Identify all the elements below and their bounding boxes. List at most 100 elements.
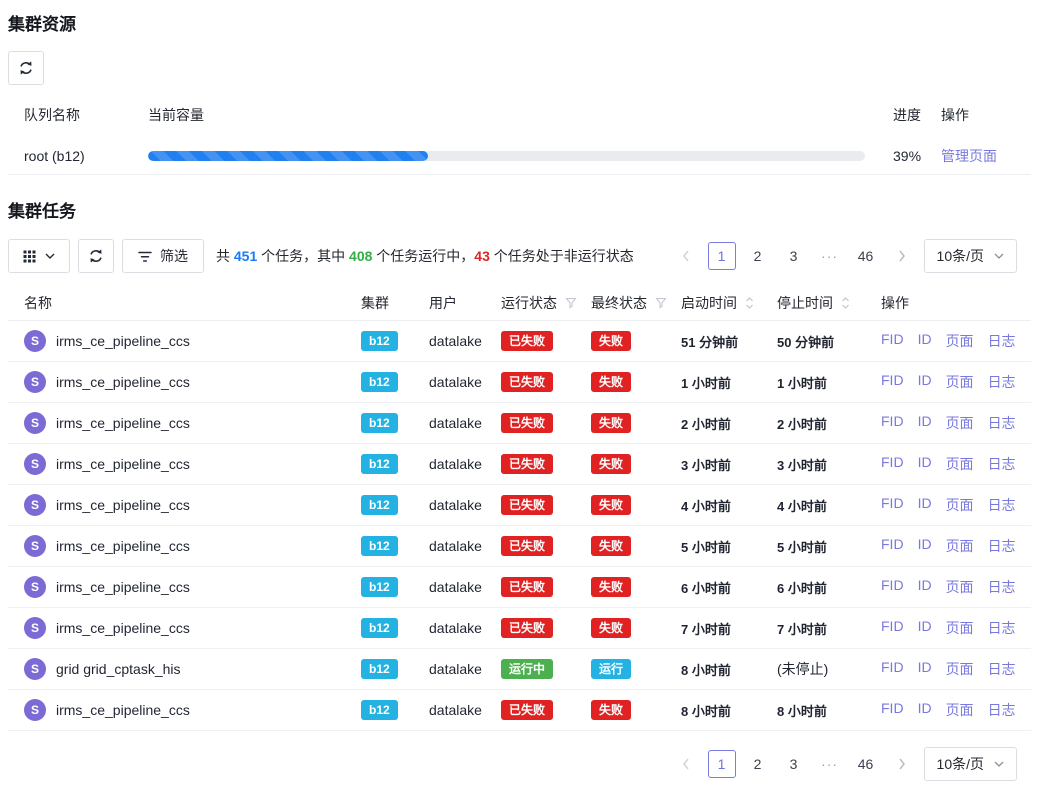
id-link[interactable]: ID: [918, 372, 932, 392]
id-link[interactable]: ID: [918, 495, 932, 515]
id-link[interactable]: ID: [918, 659, 932, 679]
start-time: 8 小时前: [673, 701, 769, 720]
start-time: 5 小时前: [673, 537, 769, 556]
page-link[interactable]: 页面: [946, 536, 974, 556]
fid-link[interactable]: FID: [881, 618, 904, 638]
id-link[interactable]: ID: [918, 577, 932, 597]
task-name: irms_ce_pipeline_ccs: [56, 579, 190, 595]
log-link[interactable]: 日志: [988, 536, 1016, 556]
log-link[interactable]: 日志: [988, 700, 1016, 720]
pagination-ellipsis: ···: [816, 750, 844, 778]
pagination-page-2[interactable]: 2: [744, 750, 772, 778]
progress-value: 39%: [873, 148, 933, 164]
stop-time: 8 小时前: [769, 701, 873, 720]
fid-link[interactable]: FID: [881, 700, 904, 720]
sorter-icon[interactable]: [745, 296, 754, 310]
pagination-page-1[interactable]: 1: [708, 242, 736, 270]
manage-page-link[interactable]: 管理页面: [941, 148, 997, 164]
start-time: 1 小时前: [673, 373, 769, 392]
id-link[interactable]: ID: [918, 331, 932, 351]
avatar: S: [24, 658, 46, 680]
pagination-next-icon[interactable]: [888, 242, 916, 270]
page-link[interactable]: 页面: [946, 659, 974, 679]
fid-link[interactable]: FID: [881, 536, 904, 556]
pagination-page-last[interactable]: 46: [852, 242, 880, 270]
header-final-status[interactable]: 最终状态: [583, 293, 673, 313]
task-count-summary: 共 451 个任务，其中 408 个任务运行中，43 个任务处于非运行状态: [216, 246, 634, 266]
stop-time: 3 小时前: [769, 455, 873, 474]
id-link[interactable]: ID: [918, 700, 932, 720]
page-link[interactable]: 页面: [946, 618, 974, 638]
log-link[interactable]: 日志: [988, 372, 1016, 392]
page-link[interactable]: 页面: [946, 372, 974, 392]
stop-time: 7 小时前: [769, 619, 873, 638]
bottom-bar: 1 2 3 ··· 46 10条/页: [8, 747, 1031, 781]
sorter-icon[interactable]: [841, 296, 850, 310]
pagination-page-1[interactable]: 1: [708, 750, 736, 778]
resources-header-queue: 队列名称: [8, 105, 148, 125]
pagination-prev-icon[interactable]: [672, 750, 700, 778]
id-link[interactable]: ID: [918, 454, 932, 474]
pagination-page-3[interactable]: 3: [780, 242, 808, 270]
cluster-badge: b12: [361, 454, 398, 474]
table-row: S irms_ce_pipeline_ccs b12 datalake 已失败 …: [8, 444, 1031, 485]
fid-link[interactable]: FID: [881, 659, 904, 679]
fid-link[interactable]: FID: [881, 577, 904, 597]
run-status-badge: 已失败: [501, 372, 553, 392]
fid-link[interactable]: FID: [881, 372, 904, 392]
pagination-prev-icon[interactable]: [672, 242, 700, 270]
pagination-page-3[interactable]: 3: [780, 750, 808, 778]
fid-link[interactable]: FID: [881, 331, 904, 351]
stop-time: 50 分钟前: [769, 332, 873, 351]
resources-refresh-button[interactable]: [8, 51, 44, 85]
log-link[interactable]: 日志: [988, 413, 1016, 433]
cluster-badge: b12: [361, 618, 398, 638]
header-start-time[interactable]: 启动时间: [673, 293, 769, 313]
header-stop-time[interactable]: 停止时间: [769, 293, 873, 313]
pagination-page-last[interactable]: 46: [852, 750, 880, 778]
fid-link[interactable]: FID: [881, 413, 904, 433]
final-status-badge: 失败: [591, 577, 631, 597]
page-size-select[interactable]: 10条/页: [924, 239, 1017, 273]
page-link[interactable]: 页面: [946, 454, 974, 474]
filter-button[interactable]: 筛选: [122, 239, 204, 273]
log-link[interactable]: 日志: [988, 577, 1016, 597]
page-size-select[interactable]: 10条/页: [924, 747, 1017, 781]
filter-funnel-icon[interactable]: [565, 297, 577, 309]
log-link[interactable]: 日志: [988, 454, 1016, 474]
id-link[interactable]: ID: [918, 618, 932, 638]
header-cluster: 集群: [353, 293, 421, 313]
page-link[interactable]: 页面: [946, 577, 974, 597]
log-link[interactable]: 日志: [988, 495, 1016, 515]
capacity-progress-fill: [148, 151, 428, 161]
task-user: datalake: [421, 702, 493, 718]
id-link[interactable]: ID: [918, 536, 932, 556]
final-status-badge: 运行: [591, 659, 631, 679]
filter-funnel-icon[interactable]: [655, 297, 667, 309]
start-time: 2 小时前: [673, 414, 769, 433]
fid-link[interactable]: FID: [881, 454, 904, 474]
pagination-ellipsis: ···: [816, 242, 844, 270]
page-link[interactable]: 页面: [946, 331, 974, 351]
column-settings-button[interactable]: [8, 239, 70, 273]
table-row: S irms_ce_pipeline_ccs b12 datalake 已失败 …: [8, 485, 1031, 526]
page-link[interactable]: 页面: [946, 495, 974, 515]
tasks-refresh-button[interactable]: [78, 239, 114, 273]
log-link[interactable]: 日志: [988, 331, 1016, 351]
table-row: S irms_ce_pipeline_ccs b12 datalake 已失败 …: [8, 608, 1031, 649]
page-link[interactable]: 页面: [946, 413, 974, 433]
task-name: irms_ce_pipeline_ccs: [56, 456, 190, 472]
log-link[interactable]: 日志: [988, 659, 1016, 679]
header-run-status[interactable]: 运行状态: [493, 293, 583, 313]
fid-link[interactable]: FID: [881, 495, 904, 515]
table-row: S irms_ce_pipeline_ccs b12 datalake 已失败 …: [8, 690, 1031, 731]
task-name: irms_ce_pipeline_ccs: [56, 497, 190, 513]
pagination-next-icon[interactable]: [888, 750, 916, 778]
log-link[interactable]: 日志: [988, 618, 1016, 638]
page-link[interactable]: 页面: [946, 700, 974, 720]
cluster-badge: b12: [361, 413, 398, 433]
run-status-badge: 已失败: [501, 495, 553, 515]
start-time: 6 小时前: [673, 578, 769, 597]
id-link[interactable]: ID: [918, 413, 932, 433]
pagination-page-2[interactable]: 2: [744, 242, 772, 270]
